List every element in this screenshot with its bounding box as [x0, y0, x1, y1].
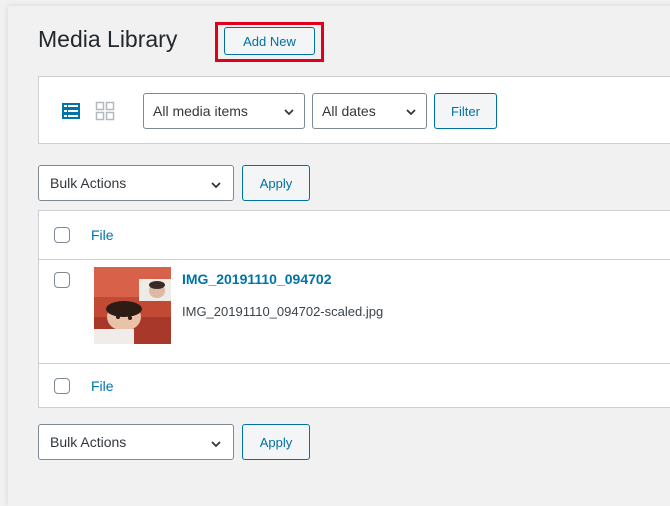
list-view-icon[interactable] [61, 101, 81, 121]
bulk-actions-value: Bulk Actions [50, 175, 127, 191]
select-all-checkbox-footer[interactable] [54, 378, 70, 394]
chevron-down-icon [210, 437, 222, 449]
divider [39, 363, 670, 364]
bulk-actions-value: Bulk Actions [50, 434, 127, 450]
bulk-actions-select-bottom[interactable]: Bulk Actions [38, 424, 234, 460]
media-filename: IMG_20191110_094702-scaled.jpg [182, 304, 384, 319]
divider [39, 259, 670, 260]
page-title: Media Library [38, 26, 178, 52]
apply-button[interactable]: Apply [242, 165, 310, 201]
date-value: All dates [322, 103, 376, 119]
media-type-select[interactable]: All media items [143, 93, 305, 129]
grid-view-icon[interactable] [95, 101, 115, 121]
media-toolbar: All media items All dates Filter [38, 76, 670, 144]
date-select[interactable]: All dates [312, 93, 427, 129]
media-thumbnail[interactable] [94, 267, 171, 344]
media-title-link[interactable]: IMG_20191110_094702 [182, 271, 331, 287]
select-all-checkbox[interactable] [54, 227, 70, 243]
bulk-actions-select[interactable]: Bulk Actions [38, 165, 234, 201]
apply-button-bottom[interactable]: Apply [242, 424, 310, 460]
media-table: File IMG_20191110_094702 IMG_20191110_09… [38, 210, 670, 408]
row-checkbox[interactable] [54, 272, 70, 288]
column-footer-file[interactable]: File [91, 378, 114, 394]
add-new-button[interactable]: Add New [224, 27, 315, 55]
chevron-down-icon [405, 105, 417, 117]
chevron-down-icon [210, 178, 222, 190]
media-type-value: All media items [153, 103, 248, 119]
chevron-down-icon [283, 105, 295, 117]
column-header-file[interactable]: File [91, 227, 114, 243]
filter-button[interactable]: Filter [434, 93, 497, 129]
